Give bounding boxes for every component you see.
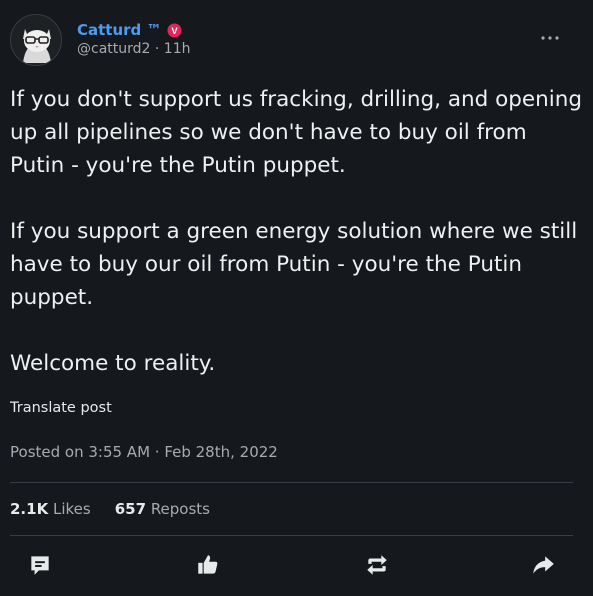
likes-count: 2.1K xyxy=(10,500,49,518)
likes-label: Likes xyxy=(52,500,91,518)
tweet-text: If you don't support us fracking, drilli… xyxy=(10,87,583,376)
cat-avatar-icon xyxy=(11,15,61,65)
more-options-icon[interactable] xyxy=(539,28,561,48)
translate-post-link[interactable]: Translate post xyxy=(10,400,112,416)
display-name[interactable]: Catturd ™ xyxy=(77,21,162,39)
reposts-label: Reposts xyxy=(150,500,210,518)
separator: · xyxy=(154,41,160,57)
verified-badge-icon: V xyxy=(166,22,182,38)
divider xyxy=(10,482,573,483)
reposts-stat[interactable]: 657 Reposts xyxy=(115,500,210,518)
divider xyxy=(10,535,573,536)
reposts-count: 657 xyxy=(114,500,147,518)
name-row: Catturd ™ V xyxy=(77,21,182,39)
handle[interactable]: @catturd2 xyxy=(77,41,150,57)
like-icon[interactable] xyxy=(195,552,221,578)
posted-timestamp: Posted on 3:55 AM · Feb 28th, 2022 xyxy=(10,443,278,461)
engagement-stats: 2.1K Likes 657 Reposts xyxy=(10,500,210,518)
likes-stat[interactable]: 2.1K Likes xyxy=(10,500,91,518)
time-ago: 11h xyxy=(163,41,191,57)
repost-icon[interactable] xyxy=(364,552,390,578)
tweet-header: Catturd ™ V @catturd2 · 11h xyxy=(10,14,583,66)
share-icon[interactable] xyxy=(530,552,556,578)
badge-letter: V xyxy=(171,25,178,35)
comment-icon[interactable] xyxy=(27,552,53,578)
handle-row: @catturd2 · 11h xyxy=(77,41,190,57)
avatar[interactable] xyxy=(10,14,62,66)
action-bar xyxy=(10,548,573,584)
